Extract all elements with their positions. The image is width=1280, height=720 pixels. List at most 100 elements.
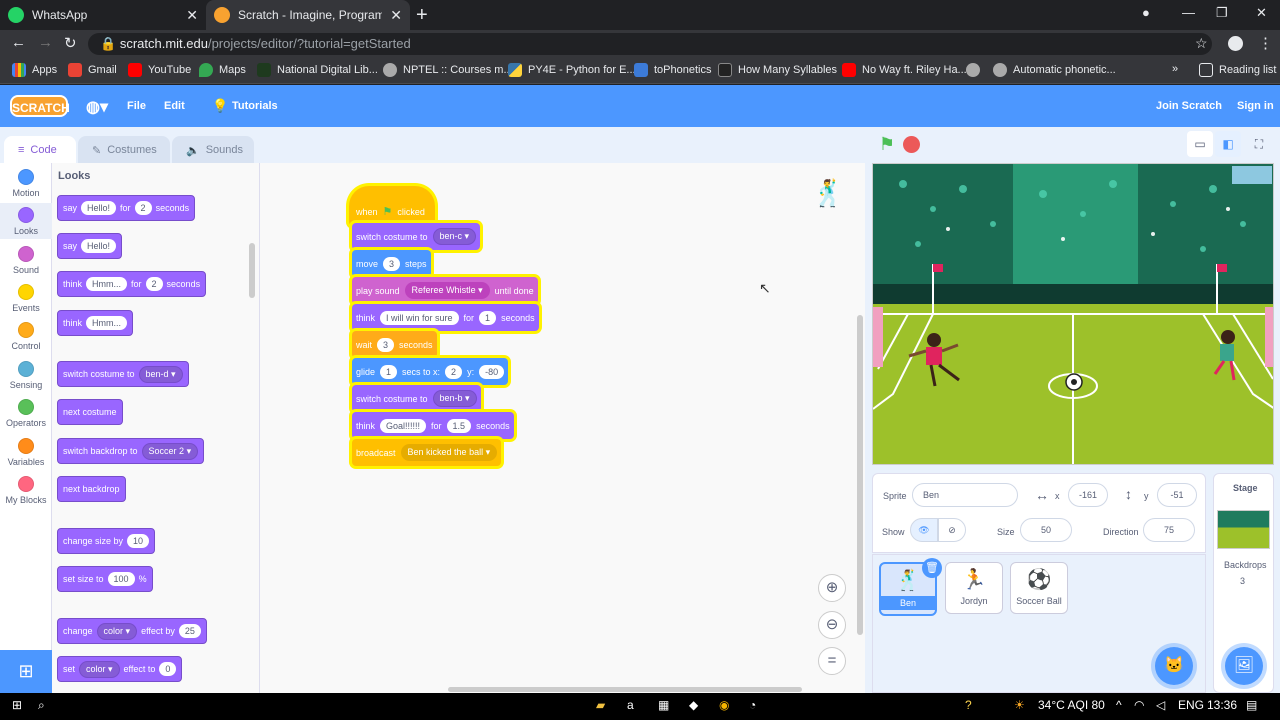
add-extension-button[interactable]: ⊞ [0, 650, 52, 693]
block-dropdown[interactable]: Referee Whistle ▾ [404, 282, 490, 299]
block-set-effect[interactable]: set color ▾ effect to 0 [57, 656, 183, 682]
block-input[interactable]: Hmm... [86, 316, 128, 330]
block-play-sound[interactable]: play sound Referee Whistle ▾ until done [352, 277, 538, 304]
block-input[interactable]: 1.5 [446, 418, 472, 433]
block-dropdown[interactable]: ben-b ▾ [432, 390, 477, 407]
bookmark-nptel[interactable]: NPTEL :: Courses m... [383, 63, 513, 77]
y-position-field[interactable]: -51 [1157, 483, 1197, 507]
block-think-for[interactable]: think Hmm... for 2 seconds [57, 271, 207, 297]
maximize-button[interactable]: ❐ [1216, 5, 1228, 21]
tray-chevron-icon[interactable]: ^ [1116, 698, 1122, 712]
clock-time[interactable]: 13:36 [1207, 698, 1237, 712]
bookmarks-overflow[interactable]: » [1172, 63, 1178, 75]
address-bar[interactable]: 🔒 scratch.mit.edu/projects/editor/?tutor… [88, 33, 1212, 55]
category-sensing[interactable]: Sensing [0, 361, 52, 390]
block-input[interactable]: Hello! [81, 239, 117, 253]
block-switch-backdrop[interactable]: switch backdrop to Soccer 2 ▾ [57, 438, 205, 464]
block-change-size[interactable]: change size by 10 [57, 528, 156, 554]
clock-app-icon[interactable]: ◔ [749, 698, 756, 712]
block-switch-costume-2[interactable]: switch costume to ben-b ▾ [352, 385, 481, 412]
language-globe-icon[interactable]: ◍▾ [86, 97, 108, 117]
zoom-out-button[interactable]: ⊖ [818, 611, 846, 639]
category-operators[interactable]: Operators [0, 399, 52, 428]
block-input[interactable]: Hmm... [86, 277, 128, 291]
block-dropdown[interactable]: Ben kicked the ball ▾ [400, 444, 498, 461]
bookmark-syllables[interactable]: How Many Syllables [718, 63, 837, 77]
block-broadcast[interactable]: broadcast Ben kicked the ball ▾ [352, 439, 502, 466]
category-events[interactable]: Events [0, 284, 52, 313]
block-input[interactable]: 100 [107, 572, 135, 586]
volume-icon[interactable]: ◁ [1156, 698, 1165, 712]
new-tab-button[interactable]: + [416, 4, 428, 27]
choose-backdrop-button[interactable]: 🖼 [1225, 647, 1263, 685]
block-dropdown[interactable]: ben-d ▾ [138, 365, 183, 383]
bookmark-maps[interactable]: Maps [199, 63, 246, 77]
bookmark-globe[interactable] [966, 63, 980, 77]
category-control[interactable]: Control [0, 322, 52, 351]
forward-icon[interactable]: → [38, 34, 53, 51]
back-icon[interactable]: ← [11, 34, 26, 51]
stage-canvas[interactable] [872, 163, 1274, 465]
wifi-icon[interactable]: ◠ [1134, 698, 1144, 712]
block-input[interactable]: I will win for sure [380, 310, 459, 325]
block-say[interactable]: say Hello! [57, 233, 123, 259]
menu-kebab-icon[interactable]: ⋮ [1258, 34, 1273, 52]
reload-icon[interactable]: ↻ [64, 34, 77, 52]
block-next-costume[interactable]: next costume [57, 399, 123, 425]
block-input[interactable]: Hello! [81, 201, 117, 215]
block-switch-costume[interactable]: switch costume to ben-c ▾ [352, 223, 481, 250]
sprite-tile-soccer-ball[interactable]: ⚽ Soccer Ball [1010, 562, 1068, 614]
script-vertical-scrollbar[interactable] [857, 315, 863, 635]
x-position-field[interactable]: -161 [1068, 483, 1108, 507]
block-think-for[interactable]: think I will win for sure for 1 seconds [352, 304, 539, 331]
block-dropdown[interactable]: color ▾ [79, 660, 120, 678]
bookmark-noway[interactable]: No Way ft. Riley Ha... [842, 63, 967, 77]
fullscreen-button[interactable]: ⛶ [1246, 131, 1272, 157]
tab-scratch[interactable]: Scratch - Imagine, Program, Sha ✕ [206, 0, 410, 30]
edit-menu[interactable]: Edit [164, 100, 185, 112]
sprite-name-field[interactable]: Ben [912, 483, 1018, 507]
file-menu[interactable]: File [127, 100, 146, 112]
block-glide[interactable]: glide 1 secs to x: 2 y: -80 [352, 358, 509, 385]
block-dropdown[interactable]: ben-c ▾ [432, 228, 477, 245]
block-think[interactable]: think Hmm... [57, 310, 134, 336]
bookmark-gmail[interactable]: Gmail [68, 63, 117, 77]
tab-code[interactable]: ≡ Code [4, 136, 76, 164]
bookmark-py4e[interactable]: PY4E - Python for E... [508, 63, 636, 77]
join-scratch-link[interactable]: Join Scratch [1156, 100, 1222, 112]
small-stage-button[interactable]: ▭ [1187, 131, 1213, 157]
scratch-logo[interactable]: SCRATCH [10, 95, 70, 117]
bookmark-youtube[interactable]: YouTube [128, 63, 191, 77]
block-set-size[interactable]: set size to 100% [57, 566, 153, 592]
bookmark-phonetic[interactable]: Automatic phonetic... [993, 63, 1116, 77]
help-icon[interactable]: ? [965, 698, 972, 712]
category-looks[interactable]: Looks [0, 203, 52, 239]
bookmark-ndl[interactable]: National Digital Lib... [257, 63, 378, 77]
notifications-icon[interactable]: ▤ [1246, 698, 1257, 712]
account-icon[interactable] [1228, 36, 1243, 51]
close-window-button[interactable]: ✕ [1256, 5, 1267, 21]
tab-costumes[interactable]: ✎ Costumes [78, 136, 170, 164]
amazon-icon[interactable]: a [627, 698, 634, 712]
file-explorer-icon[interactable]: ▰ [596, 698, 605, 712]
block-input[interactable]: 2 [145, 277, 163, 291]
block-input[interactable]: 2 [445, 364, 463, 379]
close-tab-icon[interactable]: ✕ [186, 7, 198, 24]
block-dropdown[interactable]: color ▾ [96, 622, 138, 640]
direction-field[interactable]: 75 [1143, 518, 1195, 542]
zoom-in-button[interactable]: ⊕ [818, 574, 846, 602]
script-area[interactable] [260, 163, 865, 693]
category-sound[interactable]: Sound [0, 246, 52, 275]
show-hidden-button[interactable]: ⊘ [938, 518, 966, 542]
block-say-for[interactable]: say Hello! for 2 seconds [57, 195, 196, 221]
sprite-tile-jordyn[interactable]: 🏃 Jordyn [945, 562, 1003, 614]
show-visible-button[interactable]: 👁 [910, 518, 938, 542]
size-field[interactable]: 50 [1020, 518, 1072, 542]
weather-text[interactable]: 34°C AQI 80 [1038, 698, 1105, 712]
block-input[interactable]: 10 [127, 534, 150, 548]
block-input[interactable]: 2 [134, 201, 152, 215]
tutorials-menu[interactable]: Tutorials [232, 100, 278, 112]
zoom-reset-button[interactable]: = [818, 647, 846, 675]
category-variables[interactable]: Variables [0, 438, 52, 467]
block-change-effect[interactable]: change color ▾ effect by 25 [57, 618, 207, 644]
